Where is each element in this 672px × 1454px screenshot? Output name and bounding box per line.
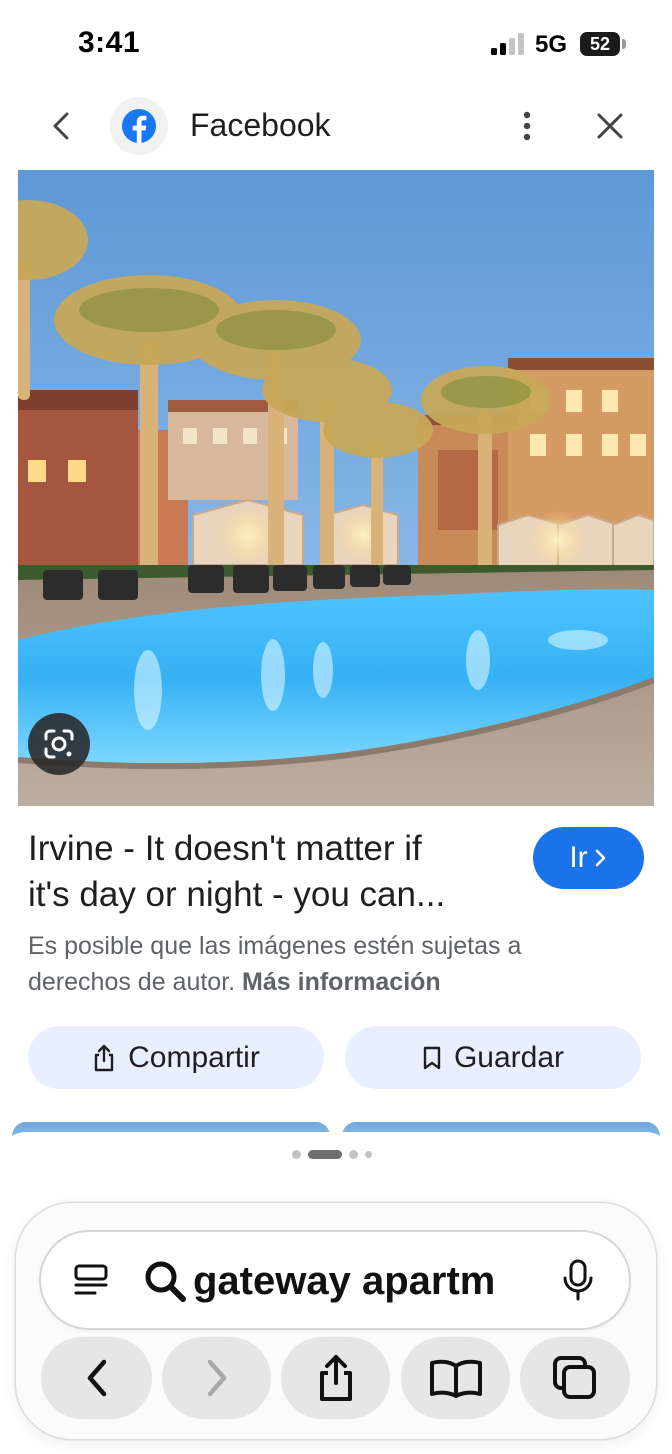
browser-forward-button[interactable]	[162, 1337, 271, 1419]
book-icon	[429, 1359, 482, 1398]
browser-bookmarks-button[interactable]	[401, 1337, 510, 1419]
address-bar[interactable]: gateway apartm	[41, 1232, 629, 1328]
microphone-icon[interactable]	[561, 1258, 595, 1302]
battery-level: 52	[589, 33, 611, 54]
viewer-header: Facebook	[0, 90, 672, 170]
page-dot	[365, 1150, 372, 1158]
facebook-logo-icon	[122, 109, 156, 143]
browser-back-button[interactable]	[41, 1337, 152, 1419]
result-image[interactable]	[18, 170, 654, 806]
result-title-line-1: Irvine - It doesn't matter if	[28, 829, 422, 868]
page-dot	[292, 1149, 301, 1159]
network-type: 5G	[535, 31, 568, 58]
cellular-signal-icon	[491, 33, 524, 55]
chevron-left-icon[interactable]	[44, 108, 80, 144]
visit-button-label: Ir	[569, 841, 588, 874]
tabs-icon	[553, 1356, 596, 1399]
share-icon	[94, 1044, 114, 1071]
resort-pool-photo	[18, 170, 654, 806]
chevron-left-icon	[87, 1359, 106, 1397]
share-button-label: Compartir	[128, 1040, 260, 1074]
bookmark-icon	[423, 1046, 441, 1069]
share-button[interactable]: Compartir	[28, 1026, 324, 1089]
page-dot	[349, 1149, 358, 1159]
browser-tabs-button[interactable]	[520, 1337, 630, 1419]
source-logo	[110, 97, 168, 155]
battery-cap	[622, 39, 626, 49]
visit-button[interactable]: Ir	[533, 827, 644, 889]
copyright-notice: Es posible que las imágenes estén sujeta…	[28, 928, 628, 1000]
address-text[interactable]: gateway apartm	[193, 1256, 528, 1306]
page-indicator	[292, 1149, 372, 1159]
close-icon[interactable]	[594, 110, 626, 142]
status-bar: 3:41 5G 52	[0, 0, 672, 90]
more-vertical-icon[interactable]	[515, 108, 539, 144]
chevron-right-icon	[595, 849, 605, 867]
share-icon	[319, 1355, 352, 1401]
more-info-link[interactable]: Más información	[242, 968, 441, 996]
status-time: 3:41	[78, 26, 141, 59]
page-dot-active	[308, 1149, 342, 1159]
lens-search-button[interactable]	[28, 713, 90, 775]
search-icon	[145, 1261, 186, 1302]
chevron-right-icon	[207, 1359, 226, 1397]
browser-share-button[interactable]	[281, 1337, 390, 1419]
google-lens-icon	[44, 729, 74, 759]
page-menu-icon[interactable]	[73, 1262, 109, 1298]
result-title-line-2: it's day or night - you can...	[28, 875, 446, 914]
battery-icon: 52	[580, 32, 620, 56]
result-title[interactable]: Irvine - It doesn't matter if it's day o…	[28, 826, 518, 918]
save-button[interactable]: Guardar	[345, 1026, 641, 1089]
source-title[interactable]: Facebook	[190, 107, 331, 144]
save-button-label: Guardar	[453, 1040, 565, 1074]
